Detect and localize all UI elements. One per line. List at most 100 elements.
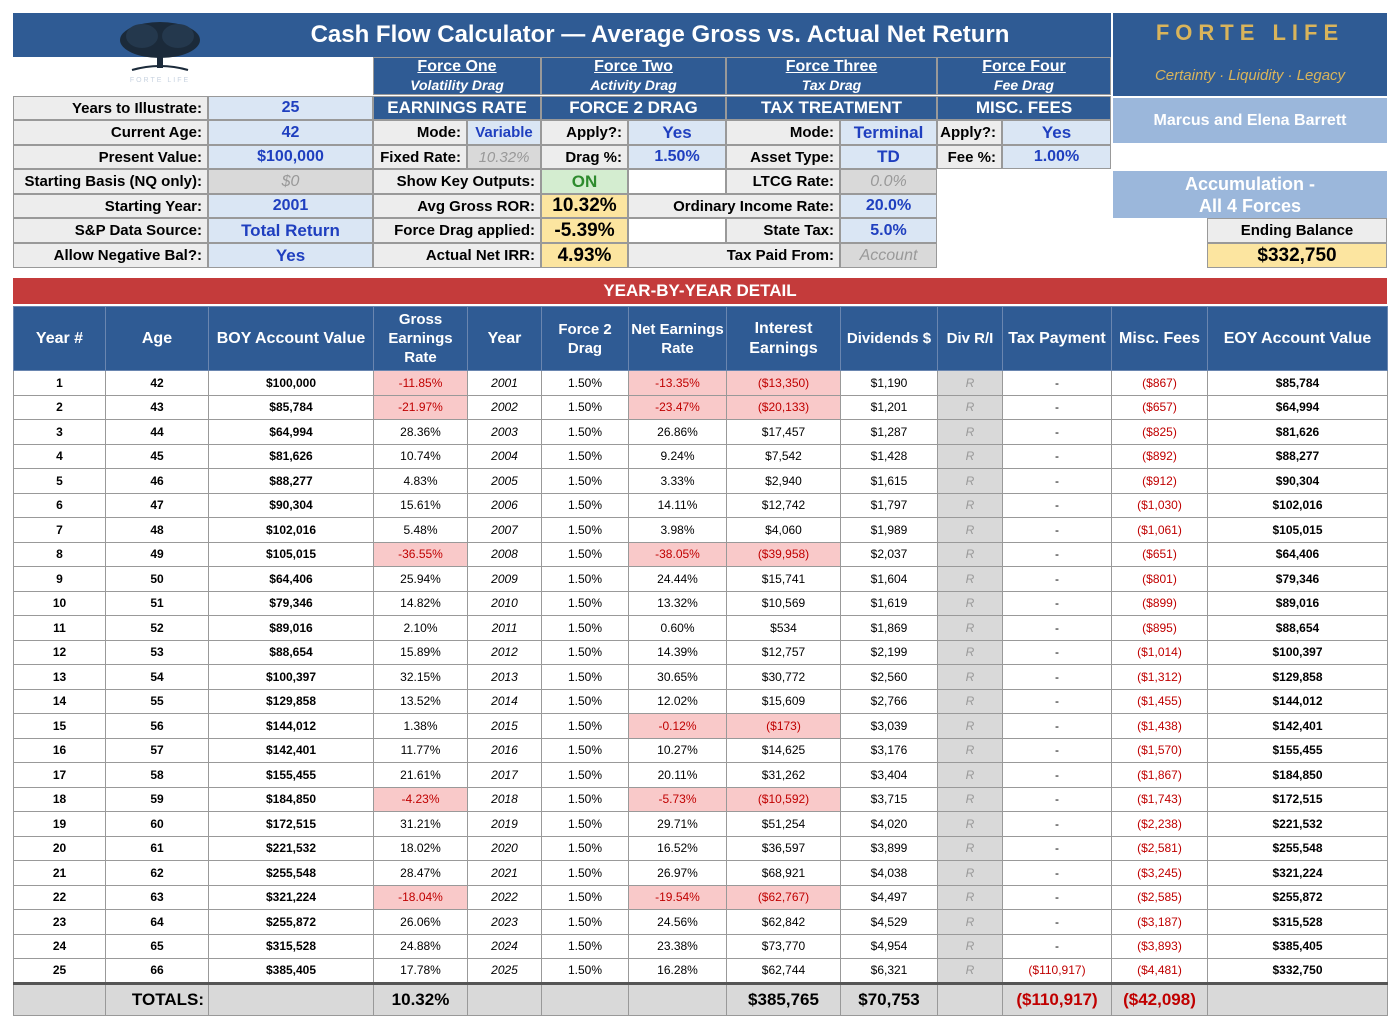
neg-select[interactable]: Yes [208,243,373,268]
f3-paid-select[interactable]: Account [840,243,937,268]
table-cell: 14.39% [628,639,727,665]
table-cell: 45 [105,443,209,469]
table-cell: - [1002,737,1112,763]
accum-line-1: Accumulation - [1184,173,1315,194]
f3-mode-select[interactable]: Terminal [840,120,937,145]
table-cell: 28.47% [373,860,468,886]
totals-gross: 10.32% [373,981,468,1016]
table-cell: R [937,566,1003,592]
table-cell: 19 [13,811,106,837]
table-cell: 1.50% [541,884,629,910]
table-cell: ($110,917) [1002,958,1112,984]
totals-cell [208,981,374,1016]
table-cell: 13.52% [373,688,468,714]
table-cell: $4,060 [726,517,841,543]
table-cell: ($1,312) [1111,664,1208,690]
table-cell: ($10,592) [726,786,841,812]
table-cell: 23 [13,909,106,935]
table-cell: R [937,443,1003,469]
col-header: Year [467,306,542,371]
table-cell: 2011 [467,615,542,641]
table-cell: -21.97% [373,394,468,420]
start-year-input[interactable]: 2001 [208,194,373,218]
section-force2-drag: FORCE 2 DRAG [541,96,726,120]
f3-ord-input[interactable]: 20.0% [840,194,937,218]
table-row: 12 53 $88,654 15.89% 2012 1.50% 14.39% $12,757 $… [13,639,1388,665]
table-cell: 1.50% [541,688,629,714]
accum-line-2: All 4 Forces [1198,195,1302,216]
table-cell: 1.50% [541,370,629,396]
f1-fixed-input[interactable]: 10.32% [467,145,541,169]
f2-drag-input[interactable]: 1.50% [628,145,726,169]
table-cell: 1.50% [541,762,629,788]
table-cell: $1,287 [840,419,938,445]
pv-label: Present Value: [13,145,208,169]
table-cell: 2012 [467,639,542,665]
table-cell: $15,609 [726,688,841,714]
col-header: Div R/I [937,306,1003,371]
f1-mode-select[interactable]: Variable [467,120,541,145]
table-cell: -13.35% [628,370,727,396]
f3-ltcg-input[interactable]: 0.0% [840,169,937,194]
table-cell: $3,715 [840,786,938,812]
table-cell: - [1002,884,1112,910]
table-cell: R [937,835,1003,861]
table-cell: - [1002,860,1112,886]
table-cell: $62,842 [726,909,841,935]
table-cell: ($867) [1111,370,1208,396]
table-cell: R [937,958,1003,984]
logo-text: FORTE LIFE [129,77,191,84]
table-cell: 1.50% [541,590,629,616]
table-cell: $3,176 [840,737,938,763]
force-four-header: Force Four Fee Drag [937,57,1111,95]
basis-input[interactable]: $0 [208,169,373,194]
source-select[interactable]: Total Return [208,218,373,243]
show-outputs-toggle[interactable]: ON [541,169,628,194]
table-cell: 65 [105,933,209,959]
totals-cell [467,981,542,1016]
table-cell: 1.50% [541,443,629,469]
table-cell: 2006 [467,492,542,518]
table-cell: - [1002,541,1112,567]
totals-dividends: $70,753 [840,981,938,1016]
table-cell: $64,994 [1207,394,1388,420]
table-cell: 2025 [467,958,542,984]
table-cell: 11.77% [373,737,468,763]
table-cell: $12,742 [726,492,841,518]
table-cell: 2003 [467,419,542,445]
totals-cell [628,981,727,1016]
table-row: 4 45 $81,626 10.74% 2004 1.50% 9.24% $7,542 $1,4… [13,443,1388,469]
table-cell: $255,872 [208,909,374,935]
pv-input[interactable]: $100,000 [208,145,373,169]
table-cell: 24 [13,933,106,959]
table-cell: 12 [13,639,106,665]
table-cell: ($1,455) [1111,688,1208,714]
age-input[interactable]: 42 [208,120,373,145]
f1-fixed-label: Fixed Rate: [373,145,467,169]
table-cell: 1.50% [541,615,629,641]
table-cell: ($2,238) [1111,811,1208,837]
table-cell: 29.71% [628,811,727,837]
table-cell: ($1,438) [1111,713,1208,739]
table-cell: $17,457 [726,419,841,445]
table-row: 16 57 $142,401 11.77% 2016 1.50% 10.27% $14,625… [13,737,1388,763]
f4-apply-select[interactable]: Yes [1002,120,1111,145]
f3-asset-select[interactable]: TD [840,145,937,169]
f3-state-input[interactable]: 5.0% [840,218,937,243]
table-body: 1 42 $100,000 -11.85% 2001 1.50% -13.35% ($13,3… [13,370,1388,984]
section-earnings-rate: EARNINGS RATE [373,96,541,120]
f2-apply-select[interactable]: Yes [628,120,726,145]
table-cell: 2022 [467,884,542,910]
totals-tax: ($110,917) [1002,981,1112,1016]
totals-cell [937,981,1003,1016]
table-cell: 44 [105,419,209,445]
table-cell: 1.50% [541,468,629,494]
f4-fee-input[interactable]: 1.00% [1002,145,1111,169]
f1-avg-label: Avg Gross ROR: [373,194,541,218]
table-cell: 16 [13,737,106,763]
table-cell: 3.33% [628,468,727,494]
years-input[interactable]: 25 [208,96,373,120]
table-cell: 28.36% [373,419,468,445]
table-cell: R [937,492,1003,518]
table-cell: $100,397 [208,664,374,690]
